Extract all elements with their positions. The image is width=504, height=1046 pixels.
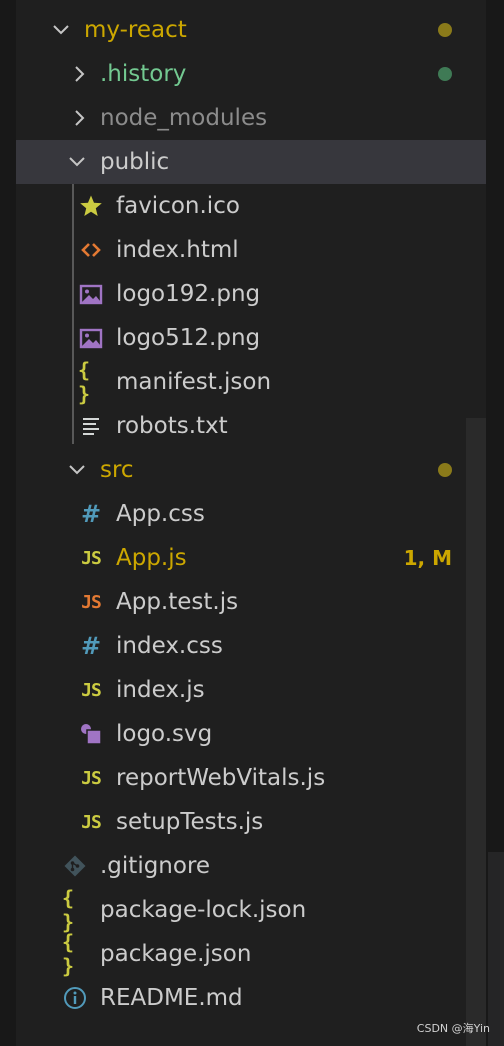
file-label: index.css bbox=[116, 633, 223, 659]
json-icon-glyph: { } bbox=[62, 886, 74, 934]
js-icon: JS bbox=[78, 800, 104, 844]
scrollbar-track[interactable] bbox=[466, 418, 486, 1046]
file-index-js[interactable]: JS index.js bbox=[16, 668, 486, 712]
file-label: README.md bbox=[100, 985, 243, 1011]
js-icon: JS bbox=[78, 536, 104, 580]
file-app-js[interactable]: JS App.js 1, M bbox=[16, 536, 486, 580]
chevron-right-icon bbox=[68, 52, 90, 96]
file-label: favicon.ico bbox=[116, 193, 240, 219]
editor-left-gutter bbox=[0, 0, 16, 1046]
chevron-right-icon bbox=[68, 96, 90, 140]
file-report-web-vitals[interactable]: JS reportWebVitals.js bbox=[16, 756, 486, 800]
css-icon: # bbox=[78, 492, 104, 536]
file-package-json[interactable]: { } package.json bbox=[16, 930, 486, 978]
text-lines-icon bbox=[78, 404, 104, 448]
star-icon bbox=[78, 184, 104, 228]
folder-label: my-react bbox=[84, 17, 187, 43]
image-icon bbox=[78, 316, 104, 360]
js-test-icon-glyph: JS bbox=[81, 591, 102, 613]
folder-label: src bbox=[100, 457, 134, 483]
file-favicon[interactable]: favicon.ico bbox=[16, 184, 486, 228]
file-package-lock-json[interactable]: { } package-lock.json bbox=[16, 886, 486, 934]
folder-label: .history bbox=[100, 61, 187, 87]
git-icon bbox=[62, 844, 88, 888]
file-label: App.test.js bbox=[116, 589, 239, 615]
css-icon-glyph: # bbox=[80, 500, 102, 528]
file-logo512[interactable]: logo512.png bbox=[16, 316, 486, 360]
problems-badge: 1, M bbox=[403, 546, 452, 570]
file-label: logo512.png bbox=[116, 325, 261, 351]
watermark-text: CSDN @海Yin bbox=[416, 1022, 490, 1035]
css-icon: # bbox=[78, 624, 104, 668]
file-label: robots.txt bbox=[116, 413, 228, 439]
file-label: App.css bbox=[116, 501, 205, 527]
image-icon bbox=[78, 272, 104, 316]
scrollbar-thumb[interactable] bbox=[488, 852, 504, 1046]
file-label: logo192.png bbox=[116, 281, 261, 307]
untracked-dot-icon bbox=[438, 67, 452, 81]
chevron-down-icon bbox=[50, 8, 72, 52]
js-icon-glyph: JS bbox=[81, 767, 102, 789]
modified-dot-icon bbox=[438, 463, 452, 477]
file-logo192[interactable]: logo192.png bbox=[16, 272, 486, 316]
file-explorer-tree: my-react .history node_modules public fa… bbox=[16, 0, 486, 1046]
js-test-icon: JS bbox=[78, 580, 104, 624]
folder-public[interactable]: public bbox=[16, 140, 486, 184]
file-gitignore[interactable]: .gitignore bbox=[16, 844, 486, 888]
folder-my-react[interactable]: my-react bbox=[16, 8, 486, 52]
file-label: reportWebVitals.js bbox=[116, 765, 326, 791]
css-icon-glyph: # bbox=[80, 632, 102, 660]
file-app-css[interactable]: # App.css bbox=[16, 492, 486, 536]
file-index-css[interactable]: # index.css bbox=[16, 624, 486, 668]
chevron-down-icon bbox=[66, 448, 88, 492]
svg-icon bbox=[78, 712, 104, 756]
folder-label: node_modules bbox=[100, 105, 268, 131]
js-icon-glyph: JS bbox=[81, 811, 102, 833]
js-icon-glyph: JS bbox=[81, 679, 102, 701]
json-icon: { } bbox=[62, 886, 88, 934]
file-label: App.js bbox=[116, 545, 187, 571]
file-label: logo.svg bbox=[116, 721, 213, 747]
file-label: manifest.json bbox=[116, 369, 272, 395]
chevron-down-icon bbox=[66, 140, 88, 184]
file-app-test-js[interactable]: JS App.test.js bbox=[16, 580, 486, 624]
file-setup-tests[interactable]: JS setupTests.js bbox=[16, 800, 486, 844]
js-icon: JS bbox=[78, 756, 104, 800]
json-icon: { } bbox=[62, 930, 88, 978]
file-robots-txt[interactable]: robots.txt bbox=[16, 404, 486, 448]
file-index-html[interactable]: index.html bbox=[16, 228, 486, 272]
file-label: .gitignore bbox=[100, 853, 211, 879]
file-label: index.html bbox=[116, 237, 239, 263]
json-icon: { } bbox=[78, 358, 104, 406]
folder-src[interactable]: src bbox=[16, 448, 486, 492]
file-label: setupTests.js bbox=[116, 809, 264, 835]
folder-node-modules[interactable]: node_modules bbox=[16, 96, 486, 140]
file-readme[interactable]: README.md bbox=[16, 976, 486, 1020]
file-label: package-lock.json bbox=[100, 897, 307, 923]
file-logo-svg[interactable]: logo.svg bbox=[16, 712, 486, 756]
file-manifest-json[interactable]: { } manifest.json bbox=[16, 358, 486, 406]
json-icon-glyph: { } bbox=[78, 358, 90, 406]
modified-dot-icon bbox=[438, 23, 452, 37]
folder-label: public bbox=[100, 149, 170, 175]
folder-history[interactable]: .history bbox=[16, 52, 486, 96]
file-label: package.json bbox=[100, 941, 252, 967]
file-label: index.js bbox=[116, 677, 205, 703]
html-icon bbox=[78, 228, 104, 272]
json-icon-glyph: { } bbox=[62, 930, 74, 978]
info-icon bbox=[62, 976, 88, 1020]
js-icon: JS bbox=[78, 668, 104, 712]
js-icon-glyph: JS bbox=[81, 547, 102, 569]
